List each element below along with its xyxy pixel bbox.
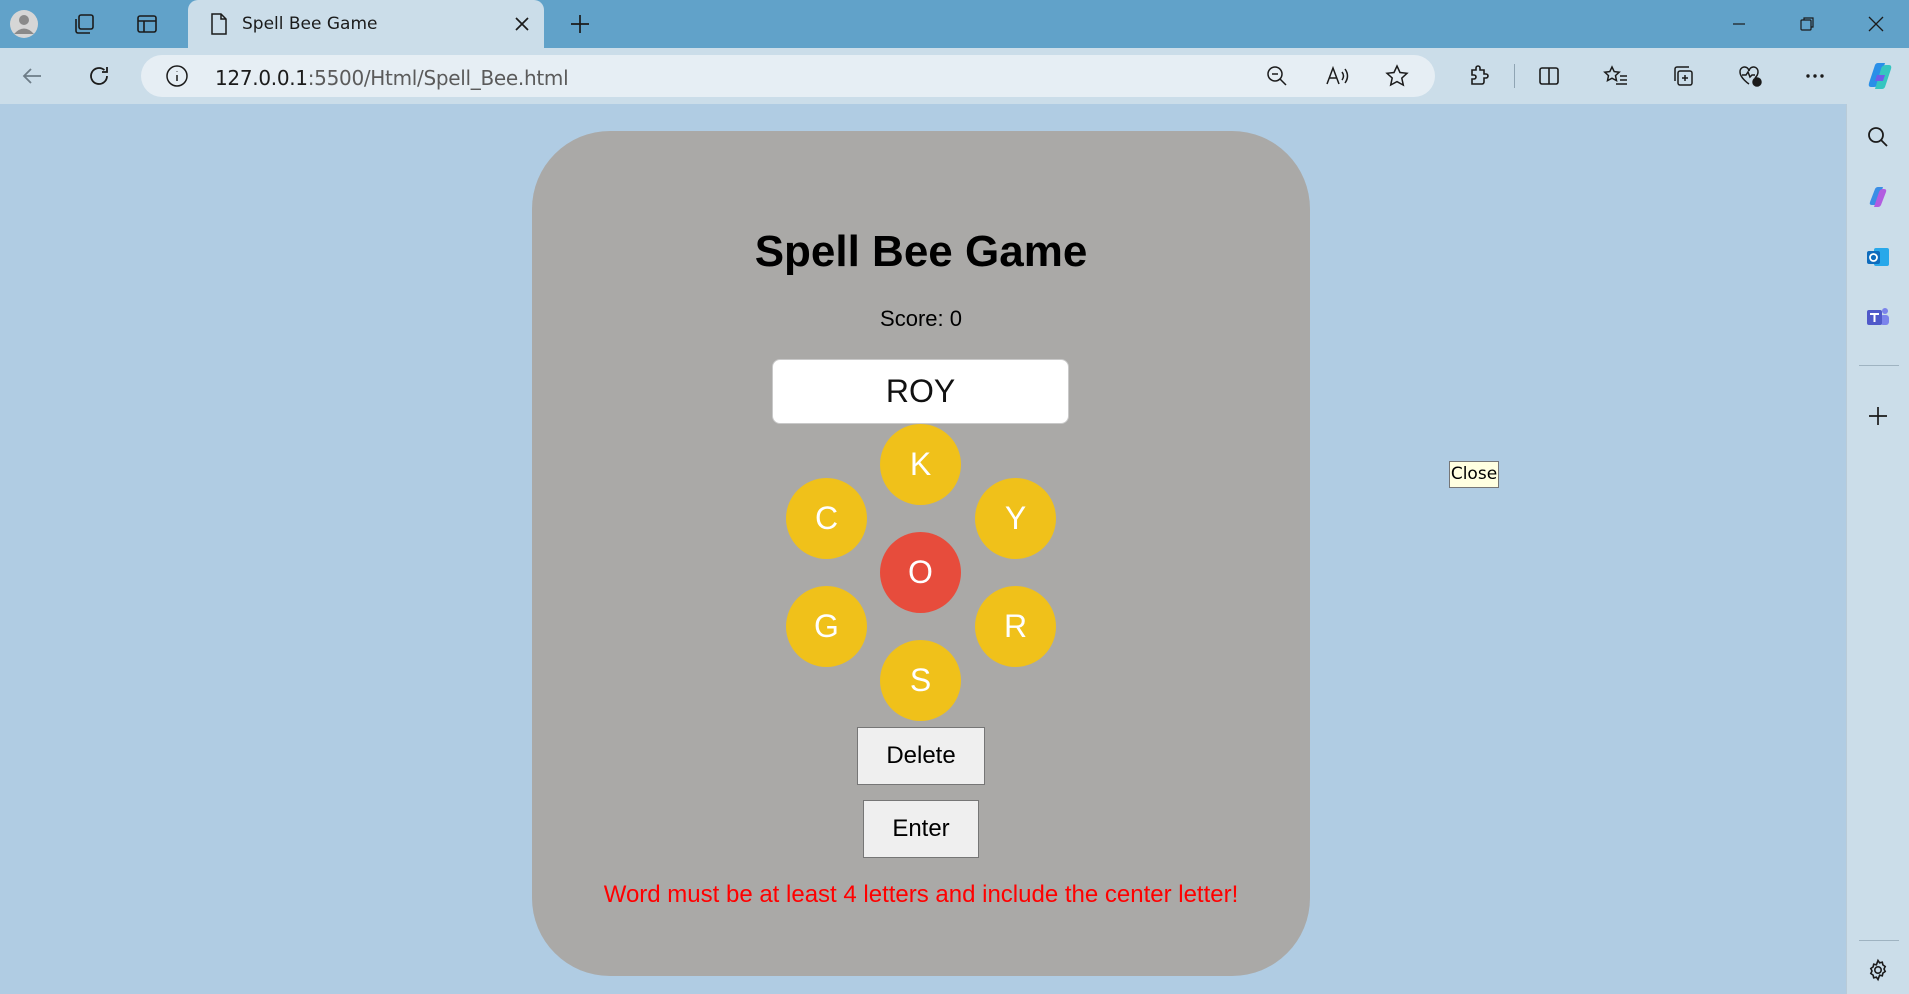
profile-icon[interactable] — [8, 8, 40, 40]
zoom-out-icon[interactable] — [1262, 61, 1292, 91]
letter-cell-upper-left[interactable]: C — [786, 478, 867, 559]
favorite-star-icon[interactable] — [1382, 61, 1412, 91]
letter-cell-center[interactable]: O — [880, 532, 961, 613]
read-aloud-icon[interactable] — [1323, 61, 1353, 91]
letter-cell-bottom[interactable]: S — [880, 640, 961, 721]
split-screen-icon[interactable] — [1533, 60, 1565, 92]
site-info-icon[interactable] — [165, 64, 189, 93]
refresh-icon[interactable] — [81, 58, 117, 94]
error-message: Word must be at least 4 letters and incl… — [603, 881, 1239, 908]
game-title: Spell Bee Game — [754, 227, 1088, 276]
search-icon[interactable] — [1861, 120, 1895, 154]
extensions-icon[interactable] — [1463, 60, 1495, 92]
more-options-icon[interactable] — [1799, 60, 1831, 92]
current-word-display: ROY — [772, 359, 1069, 424]
page-viewport: Spell Bee Game Score: 0 ROY K C Y O G R … — [0, 104, 1846, 994]
address-bar[interactable]: 127.0.0.1:5500/Html/Spell_Bee.html — [141, 55, 1435, 97]
url-host: 127.0.0.1 — [215, 66, 308, 90]
browser-essentials-icon[interactable] — [1734, 60, 1766, 92]
copilot-icon[interactable] — [1860, 56, 1900, 96]
letter-cell-lower-right[interactable]: R — [975, 586, 1056, 667]
toolbar-separator — [1514, 64, 1515, 88]
letter-cell-upper-right[interactable]: Y — [975, 478, 1056, 559]
minimize-icon[interactable] — [1719, 8, 1759, 40]
collections-icon[interactable] — [1667, 60, 1699, 92]
tab-spell-bee[interactable]: Spell Bee Game — [188, 0, 544, 48]
restore-icon[interactable] — [1787, 8, 1827, 40]
workspaces-icon[interactable] — [68, 8, 100, 40]
sidebar-separator — [1859, 365, 1899, 366]
settings-gear-icon[interactable] — [1861, 953, 1895, 987]
score-display: Score: 0 — [880, 306, 962, 331]
favorites-icon[interactable] — [1600, 60, 1632, 92]
letter-cell-lower-left[interactable]: G — [786, 586, 867, 667]
copilot-sidebar-icon[interactable] — [1861, 180, 1895, 214]
sidebar-separator-bottom — [1859, 940, 1899, 941]
game-container: Spell Bee Game Score: 0 ROY K C Y O G R … — [532, 131, 1310, 976]
close-tooltip: Close — [1449, 461, 1499, 488]
url-path: :5500/Html/Spell_Bee.html — [307, 66, 569, 90]
browser-titlebar: Spell Bee Game — [0, 0, 1909, 48]
letter-cell-top[interactable]: K — [880, 424, 961, 505]
add-icon[interactable] — [1861, 399, 1895, 433]
enter-button[interactable]: Enter — [863, 800, 979, 858]
page-icon — [210, 13, 228, 40]
browser-toolbar: 127.0.0.1:5500/Html/Spell_Bee.html — [0, 48, 1909, 104]
tab-actions-icon[interactable] — [131, 8, 163, 40]
url-text[interactable]: 127.0.0.1:5500/Html/Spell_Bee.html — [215, 66, 569, 90]
new-tab-icon[interactable] — [562, 8, 598, 40]
outlook-icon[interactable] — [1861, 240, 1895, 274]
back-icon[interactable] — [14, 58, 50, 94]
edge-sidebar — [1846, 104, 1909, 994]
close-tab-icon[interactable] — [510, 12, 534, 36]
tab-title: Spell Bee Game — [242, 14, 378, 34]
delete-button[interactable]: Delete — [857, 727, 985, 785]
close-window-icon[interactable] — [1856, 8, 1896, 40]
teams-icon[interactable] — [1861, 300, 1895, 334]
